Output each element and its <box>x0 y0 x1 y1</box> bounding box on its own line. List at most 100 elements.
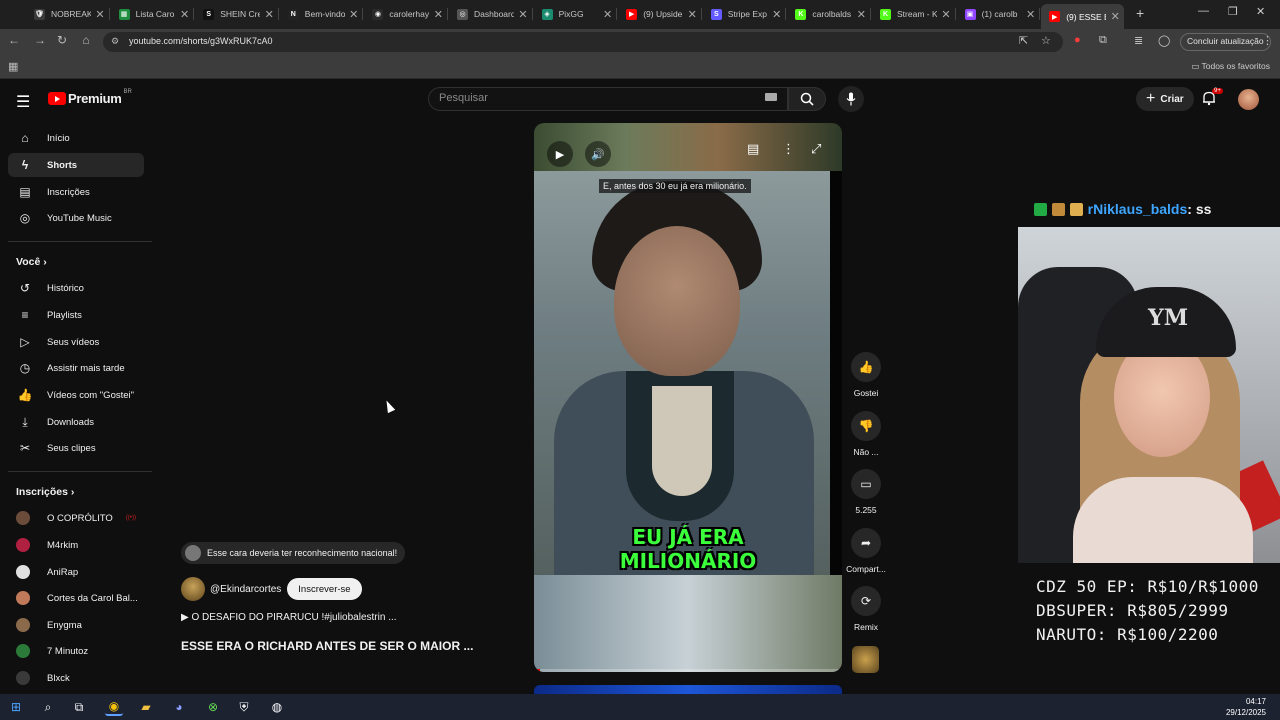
sound-thumbnail[interactable] <box>852 646 879 673</box>
taskbar-search-icon[interactable]: ⌕ <box>39 698 57 716</box>
sidebar-item[interactable]: ◎ YouTube Music <box>8 206 144 230</box>
minimize-icon[interactable]: — <box>1198 5 1209 17</box>
shorts-action[interactable]: 👍 Gostei <box>846 352 886 398</box>
captions-icon[interactable]: ▤ <box>747 141 759 157</box>
update-button[interactable]: Concluir atualização <box>1180 33 1271 51</box>
site-info-icon[interactable]: ⚙ <box>111 36 119 47</box>
section-header-you[interactable]: Você › <box>16 256 47 268</box>
home-button-icon[interactable]: ⌂ <box>78 33 94 47</box>
channel-avatar[interactable] <box>181 577 205 601</box>
tab-close-icon[interactable]: ✕ <box>857 8 866 21</box>
sidebar-item[interactable]: ▷ Seus vídeos <box>8 330 144 354</box>
apps-grid-icon[interactable]: ▦ <box>8 60 18 73</box>
extensions-icon[interactable]: ⧉ <box>1099 34 1107 47</box>
profile-icon[interactable]: ◯ <box>1158 34 1170 47</box>
dislike-icon[interactable]: 👎 <box>851 411 881 441</box>
volume-icon[interactable]: 🔊 <box>585 141 611 167</box>
install-app-icon[interactable]: ⇱ <box>1019 34 1028 47</box>
sidebar-item[interactable]: ▤ Inscrições <box>8 180 144 204</box>
tab-close-icon[interactable]: ✕ <box>180 8 189 21</box>
tab-close-icon[interactable]: ✕ <box>518 8 527 21</box>
browser-tab[interactable]: ◎ Dashboard ✕ <box>449 4 532 24</box>
tab-close-icon[interactable]: ✕ <box>265 8 274 21</box>
browser-menu-icon[interactable]: ⋮ <box>1262 34 1273 47</box>
sidebar-item[interactable]: 7 Minutoz <box>8 639 144 663</box>
bookmark-star-icon[interactable]: ☆ <box>1041 34 1051 47</box>
forward-icon[interactable]: → <box>32 33 48 47</box>
sidebar-item[interactable]: Cortes da Carol Bal... <box>8 586 144 610</box>
tab-close-icon[interactable]: ✕ <box>434 8 443 21</box>
shorts-action[interactable]: ➦ Compart... <box>846 528 886 574</box>
extension-record-icon[interactable]: ● <box>1074 34 1081 46</box>
sidebar-item[interactable]: O COPRÓLITO ((•)) <box>8 506 144 530</box>
subscribe-button[interactable]: Inscrever-se <box>287 578 362 600</box>
close-window-icon[interactable]: ✕ <box>1256 5 1265 18</box>
tab-close-icon[interactable]: ✕ <box>1026 8 1035 21</box>
maximize-icon[interactable]: ❐ <box>1228 5 1238 18</box>
like-icon[interactable]: 👍 <box>851 352 881 382</box>
system-clock[interactable]: 04:17 29/12/2025 <box>1226 696 1266 718</box>
channel-name[interactable]: @Ekindarcortes <box>210 584 281 595</box>
play-icon[interactable]: ▶ <box>547 141 573 167</box>
search-box[interactable] <box>428 87 788 111</box>
section-header-subscriptions[interactable]: Inscrições › <box>16 486 74 498</box>
address-bar[interactable]: ⚙ youtube.com/shorts/g3WxRUK7cA0 <box>103 32 1063 52</box>
sidebar-item[interactable]: ϟ Shorts <box>8 153 144 177</box>
browser-tab[interactable]: ◉ carolerhay ✕ <box>364 4 447 24</box>
shorts-action[interactable]: ▭ 5.255 <box>846 469 886 515</box>
tab-close-icon[interactable]: ✕ <box>603 8 612 21</box>
short-title[interactable]: ESSE ERA O RICHARD ANTES DE SER O MAIOR … <box>181 639 473 653</box>
sidebar-item[interactable]: ◷ Assistir mais tarde <box>8 356 144 380</box>
related-playlist-link[interactable]: ▶ O DESAFIO DO PIRARUCU !#juliobalestrin… <box>181 612 397 623</box>
xbox-icon[interactable]: ⊗ <box>204 698 222 716</box>
keyboard-icon[interactable] <box>765 93 777 101</box>
browser-tab[interactable]: ▶ (9) Upside ✕ <box>618 4 701 24</box>
sidebar-item[interactable]: ⤓ Downloads <box>8 410 144 434</box>
reload-icon[interactable]: ↻ <box>54 33 70 47</box>
tab-close-icon[interactable]: ✕ <box>772 8 781 21</box>
file-explorer-icon[interactable]: ▰ <box>137 698 155 716</box>
more-options-icon[interactable]: ⋮ <box>782 141 795 157</box>
shorts-action[interactable]: 👎 Não ... <box>846 411 886 457</box>
search-button[interactable] <box>788 87 826 111</box>
browser-tab[interactable]: ▶ (9) ESSE E ✕ <box>1041 4 1124 29</box>
sidebar-item[interactable]: ✂ Seus clipes <box>8 436 144 460</box>
video-progress-bar[interactable] <box>534 669 842 672</box>
sidebar-item[interactable]: AniRap <box>8 560 144 584</box>
fullscreen-icon[interactable]: ⤢ <box>811 141 821 157</box>
browser-tab[interactable]: ▣ (1) carolb ✕ <box>957 4 1040 24</box>
sidebar-item[interactable]: Enygma <box>8 613 144 637</box>
windows-start-icon[interactable]: ⊞ <box>7 698 25 716</box>
sidebar-item[interactable]: 👍 Vídeos com "Gostei" <box>8 383 144 407</box>
sidebar-item[interactable]: M4rkim <box>8 533 144 557</box>
media-control-icon[interactable]: ≣ <box>1134 34 1143 47</box>
browser-tab[interactable]: N Bem-vindo ✕ <box>280 4 363 24</box>
browser-tab[interactable]: ◈ PixGG ✕ <box>534 4 617 24</box>
account-avatar[interactable] <box>1238 89 1259 110</box>
comment-preview-chip[interactable]: Esse cara deveria ter reconhecimento nac… <box>181 542 406 564</box>
shorts-video-player[interactable]: E, antes dos 30 eu já era milionário. EU… <box>534 123 842 672</box>
tab-close-icon[interactable]: ✕ <box>688 8 697 21</box>
voice-search-button[interactable] <box>838 86 864 112</box>
browser-tab[interactable]: S SHEIN Cre ✕ <box>195 4 278 24</box>
new-tab-button[interactable]: + <box>1136 5 1144 21</box>
browser-tab[interactable]: Kcarolbalds ✕ <box>787 4 870 24</box>
remix-icon[interactable]: ⟳ <box>851 586 881 616</box>
task-view-icon[interactable]: ⧉ <box>70 698 88 716</box>
share-icon[interactable]: ➦ <box>851 528 881 558</box>
shield-app-icon[interactable]: ⛨ <box>235 698 253 716</box>
tab-close-icon[interactable]: ✕ <box>941 8 950 21</box>
obs-icon[interactable]: ◍ <box>268 698 286 716</box>
search-input[interactable] <box>439 92 739 104</box>
back-icon[interactable]: ← <box>6 33 22 47</box>
comments-icon[interactable]: ▭ <box>851 469 881 499</box>
tab-close-icon[interactable]: ✕ <box>349 8 358 21</box>
browser-tab[interactable]: 🛡 NOBREAK ✕ <box>26 4 109 24</box>
sidebar-item[interactable]: Blxck <box>8 666 144 690</box>
menu-icon[interactable]: ☰ <box>16 92 30 112</box>
sidebar-item[interactable]: ≡ Playlists <box>8 303 144 327</box>
sidebar-item[interactable]: ↺ Histórico <box>8 276 144 300</box>
tab-close-icon[interactable]: ✕ <box>1111 10 1120 23</box>
browser-tab[interactable]: S Stripe Exp ✕ <box>703 4 786 24</box>
youtube-premium-logo[interactable]: Premium BR <box>48 89 132 106</box>
